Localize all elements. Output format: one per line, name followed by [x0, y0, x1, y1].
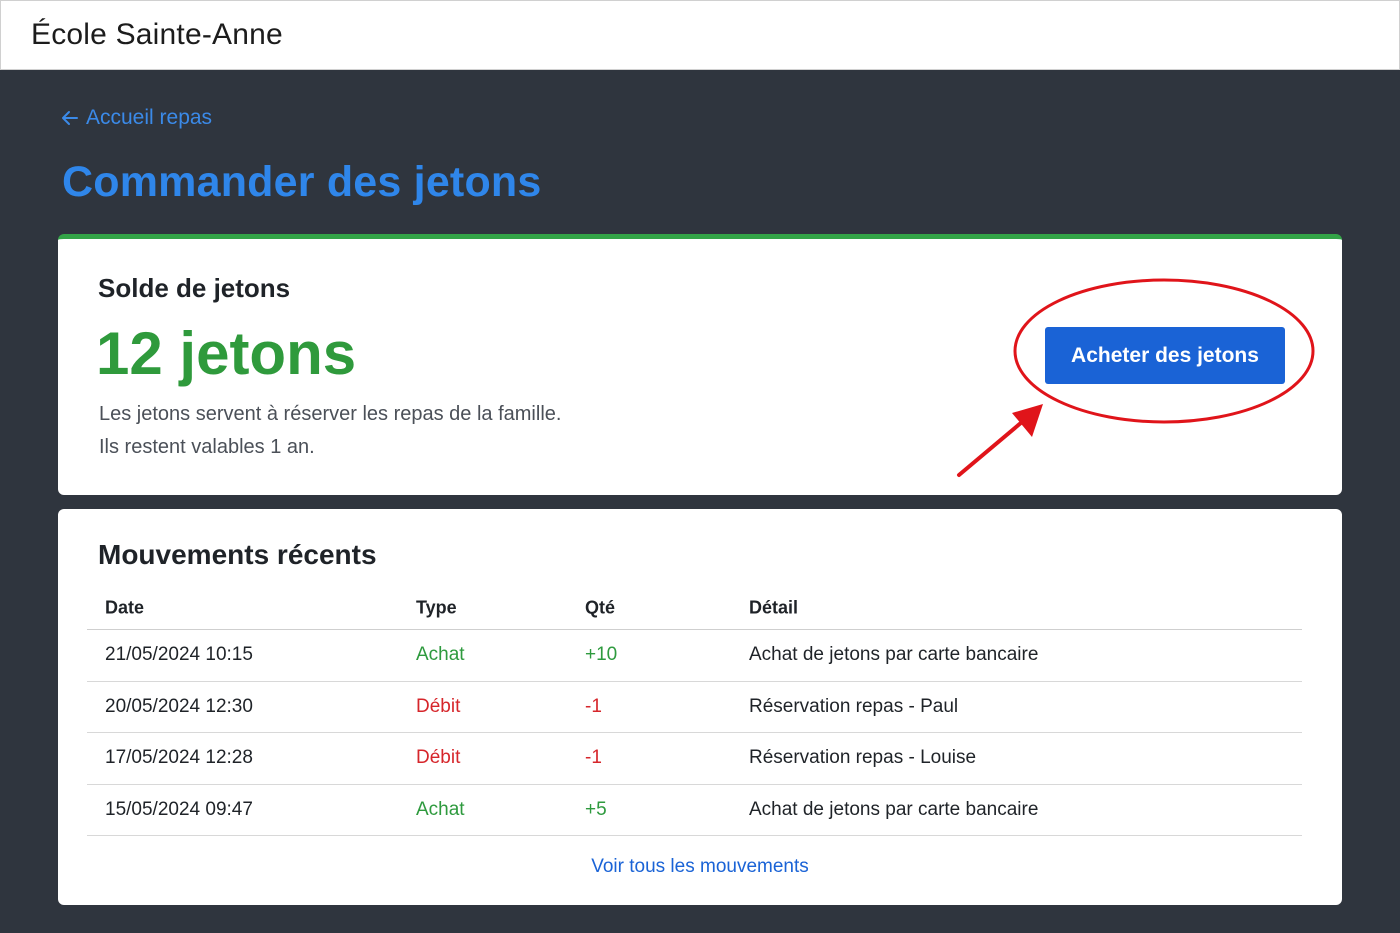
row-qty: +10: [585, 644, 618, 666]
row-detail: Réservation repas - Paul: [749, 695, 959, 717]
see-all-movements-link[interactable]: Voir tous les mouvements: [58, 856, 1342, 878]
movements-card: Mouvements récents Date Type Qté Détail …: [58, 509, 1342, 905]
back-link-label[interactable]: Accueil repas: [86, 106, 212, 130]
balance-note-line2: Ils restent valables 1 an.: [99, 436, 315, 458]
table-row: 17/05/2024 12:28 Débit -1 Réservation re…: [87, 733, 1302, 785]
row-date: 15/05/2024 09:47: [105, 798, 253, 820]
column-header-type: Type: [416, 597, 457, 618]
row-type: Débit: [416, 695, 461, 717]
table-row: 15/05/2024 09:47 Achat +5 Achat de jeton…: [87, 785, 1302, 836]
row-qty: -1: [585, 695, 602, 717]
column-header-detail: Détail: [749, 597, 799, 618]
row-date: 20/05/2024 12:30: [105, 695, 253, 717]
table-row: 20/05/2024 12:30 Débit -1 Réservation re…: [87, 682, 1302, 733]
back-link[interactable]: Accueil repas: [60, 106, 212, 130]
balance-value: 12 jetons: [96, 320, 357, 387]
buy-tokens-button[interactable]: Acheter des jetons: [1045, 327, 1285, 384]
table-header: Date Type Qté Détail: [87, 587, 1302, 630]
row-date: 21/05/2024 10:15: [105, 644, 253, 666]
row-qty: +5: [585, 798, 607, 820]
column-header-qty: Qté: [585, 597, 616, 618]
row-type: Achat: [416, 644, 465, 666]
balance-card: Solde de jetons 12 jetons Les jetons ser…: [58, 234, 1342, 495]
movements-title: Mouvements récents: [98, 539, 377, 570]
movements-table: Date Type Qté Détail 21/05/2024 10:15 Ac…: [87, 587, 1302, 836]
balance-label: Solde de jetons: [98, 273, 291, 303]
row-detail: Achat de jetons par carte bancaire: [749, 798, 1039, 820]
school-name: École Sainte-Anne: [31, 18, 283, 51]
row-qty: -1: [585, 747, 602, 769]
row-type: Achat: [416, 798, 465, 820]
arrow-left-icon: [62, 111, 78, 125]
balance-note-line1: Les jetons servent à réserver les repas …: [99, 403, 562, 425]
row-detail: Achat de jetons par carte bancaire: [749, 644, 1039, 666]
column-header-date: Date: [105, 597, 145, 618]
row-detail: Réservation repas - Louise: [749, 747, 977, 769]
row-date: 17/05/2024 12:28: [105, 747, 253, 769]
header-bar: École Sainte-Anne: [0, 0, 1400, 70]
table-row: 21/05/2024 10:15 Achat +10 Achat de jeto…: [87, 630, 1302, 682]
page-title: Commander des jetons: [62, 158, 542, 206]
row-type: Débit: [416, 747, 461, 769]
